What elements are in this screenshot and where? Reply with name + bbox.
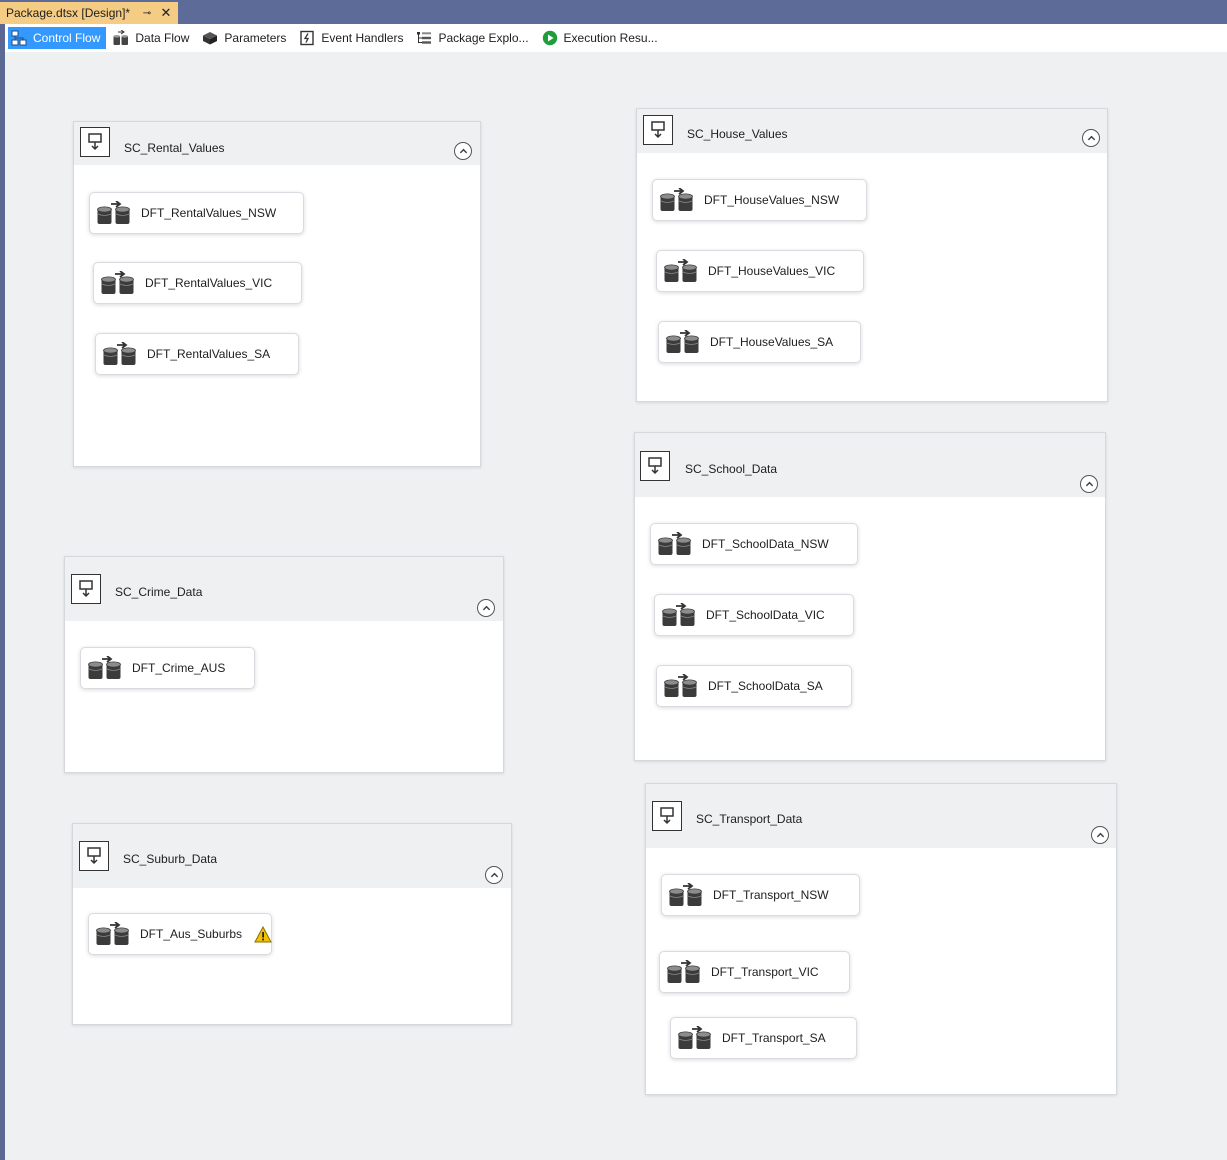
data-flow-task-rentalvalues-sa[interactable]: DFT_RentalValues_SA [95, 333, 299, 375]
data-flow-task-rentalvalues-vic[interactable]: DFT_RentalValues_VIC [93, 262, 302, 304]
control-flow-icon [11, 30, 27, 46]
tab-label: Event Handlers [321, 31, 404, 45]
container-header[interactable]: SC_School_Data [635, 433, 1105, 497]
task-label: DFT_Transport_VIC [711, 965, 819, 979]
data-flow-task-icon [664, 673, 698, 698]
data-flow-task-icon [658, 531, 692, 556]
container-header[interactable]: SC_Transport_Data [646, 784, 1116, 848]
document-tab-title: Package.dtsx [Design]* [6, 6, 131, 20]
task-label: DFT_SchoolData_VIC [706, 608, 825, 622]
collapse-chevron-icon[interactable] [1082, 129, 1100, 147]
task-label: DFT_SchoolData_NSW [702, 537, 829, 551]
control-flow-canvas[interactable]: SC_Rental_Values DFT_RentalValues_NSW DF… [5, 52, 1227, 1160]
data-flow-task-schooldata-nsw[interactable]: DFT_SchoolData_NSW [650, 523, 858, 565]
container-title: SC_House_Values [687, 127, 788, 141]
sequence-container-icon [79, 841, 109, 871]
tab-label: Control Flow [33, 31, 101, 45]
package-explorer-icon [416, 30, 432, 46]
document-tab-package[interactable]: Package.dtsx [Design]* ⊸ ✕ [0, 2, 178, 24]
data-flow-task-housevalues-sa[interactable]: DFT_HouseValues_SA [658, 321, 861, 363]
container-title: SC_Suburb_Data [123, 852, 218, 866]
task-label: DFT_Transport_NSW [713, 888, 829, 902]
data-flow-task-rentalvalues-nsw[interactable]: DFT_RentalValues_NSW [89, 192, 304, 234]
tab-data-flow[interactable]: Data Flow [110, 27, 195, 49]
data-flow-task-schooldata-sa[interactable]: DFT_SchoolData_SA [656, 665, 852, 707]
container-title: SC_Rental_Values [124, 141, 225, 155]
pin-icon[interactable]: ⊸ [140, 8, 154, 19]
data-flow-task-icon [103, 341, 137, 366]
collapse-chevron-icon[interactable] [1091, 826, 1109, 844]
tab-execution-results[interactable]: Execution Resu... [539, 27, 664, 49]
sequence-container-transport-data[interactable]: SC_Transport_Data DFT_Transport_NSW DFT_… [645, 783, 1117, 1095]
tab-label: Data Flow [135, 31, 190, 45]
tab-parameters[interactable]: Parameters [199, 27, 292, 49]
container-header[interactable]: SC_Crime_Data [65, 557, 503, 621]
close-icon[interactable]: ✕ [160, 5, 172, 21]
sequence-container-house-values[interactable]: SC_House_Values DFT_HouseValues_NSW DFT_… [636, 108, 1108, 402]
data-flow-task-icon [88, 655, 122, 680]
sequence-container-school-data[interactable]: SC_School_Data DFT_SchoolData_NSW DFT_Sc… [634, 432, 1106, 761]
data-flow-task-icon [669, 882, 703, 907]
data-flow-task-transport-nsw[interactable]: DFT_Transport_NSW [661, 874, 860, 916]
warning-icon[interactable] [254, 925, 272, 943]
data-flow-task-aus-suburbs[interactable]: DFT_Aus_Suburbs [88, 913, 272, 955]
document-tab-strip: Package.dtsx [Design]* ⊸ ✕ [0, 0, 1227, 24]
data-flow-task-transport-vic[interactable]: DFT_Transport_VIC [659, 951, 850, 993]
package-designer: Control Flow Data Flow Parameters Event Han… [5, 24, 1227, 1160]
task-label: DFT_SchoolData_SA [708, 679, 823, 693]
data-flow-task-icon [97, 200, 131, 225]
collapse-chevron-icon[interactable] [1080, 475, 1098, 493]
container-title: SC_Transport_Data [696, 812, 803, 826]
data-flow-task-transport-sa[interactable]: DFT_Transport_SA [670, 1017, 857, 1059]
tab-control-flow[interactable]: Control Flow [8, 27, 107, 49]
tab-label: Package Explo... [438, 31, 529, 45]
container-title: SC_Crime_Data [115, 585, 203, 599]
data-flow-task-icon [666, 329, 700, 354]
tab-event-handlers[interactable]: Event Handlers [296, 27, 409, 49]
tab-package-explorer[interactable]: Package Explo... [413, 27, 534, 49]
task-label: DFT_RentalValues_SA [147, 347, 271, 361]
task-label: DFT_Transport_SA [722, 1031, 826, 1045]
data-flow-task-icon [667, 959, 701, 984]
container-header[interactable]: SC_House_Values [637, 109, 1107, 153]
task-label: DFT_Crime_AUS [132, 661, 226, 675]
data-flow-icon [113, 30, 129, 46]
sequence-container-icon [652, 801, 682, 831]
designer-tab-bar: Control Flow Data Flow Parameters Event Han… [5, 24, 1227, 52]
collapse-chevron-icon[interactable] [454, 142, 472, 160]
data-flow-task-housevalues-nsw[interactable]: DFT_HouseValues_NSW [652, 179, 867, 221]
data-flow-task-icon [664, 258, 698, 283]
container-title: SC_School_Data [685, 462, 778, 476]
sequence-container-icon [640, 451, 670, 481]
sequence-container-icon [643, 115, 673, 145]
sequence-container-icon [80, 127, 110, 157]
data-flow-task-icon [96, 921, 130, 946]
data-flow-task-schooldata-vic[interactable]: DFT_SchoolData_VIC [654, 594, 854, 636]
collapse-chevron-icon[interactable] [477, 599, 495, 617]
data-flow-task-icon [678, 1025, 712, 1050]
data-flow-task-crime-aus[interactable]: DFT_Crime_AUS [80, 647, 255, 689]
task-label: DFT_RentalValues_VIC [145, 276, 273, 290]
sequence-container-suburb-data[interactable]: SC_Suburb_Data DFT_Aus_Suburbs [72, 823, 512, 1025]
tab-label: Parameters [224, 31, 287, 45]
tab-label: Execution Resu... [563, 31, 658, 45]
sequence-container-icon [71, 574, 101, 604]
task-label: DFT_Aus_Suburbs [140, 927, 243, 941]
collapse-chevron-icon[interactable] [485, 866, 503, 884]
parameters-icon [202, 30, 218, 46]
sequence-container-rental-values[interactable]: SC_Rental_Values DFT_RentalValues_NSW DF… [73, 121, 481, 467]
container-header[interactable]: SC_Rental_Values [74, 122, 480, 165]
data-flow-task-icon [660, 187, 694, 212]
data-flow-task-icon [101, 270, 135, 295]
task-label: DFT_RentalValues_NSW [141, 206, 277, 220]
execution-results-icon [542, 30, 558, 46]
task-label: DFT_HouseValues_SA [710, 335, 834, 349]
data-flow-task-housevalues-vic[interactable]: DFT_HouseValues_VIC [656, 250, 864, 292]
data-flow-task-icon [662, 602, 696, 627]
event-handlers-icon [299, 30, 315, 46]
task-label: DFT_HouseValues_VIC [708, 264, 836, 278]
task-label: DFT_HouseValues_NSW [704, 193, 840, 207]
container-header[interactable]: SC_Suburb_Data [73, 824, 511, 888]
sequence-container-crime-data[interactable]: SC_Crime_Data DFT_Crime_AUS [64, 556, 504, 773]
